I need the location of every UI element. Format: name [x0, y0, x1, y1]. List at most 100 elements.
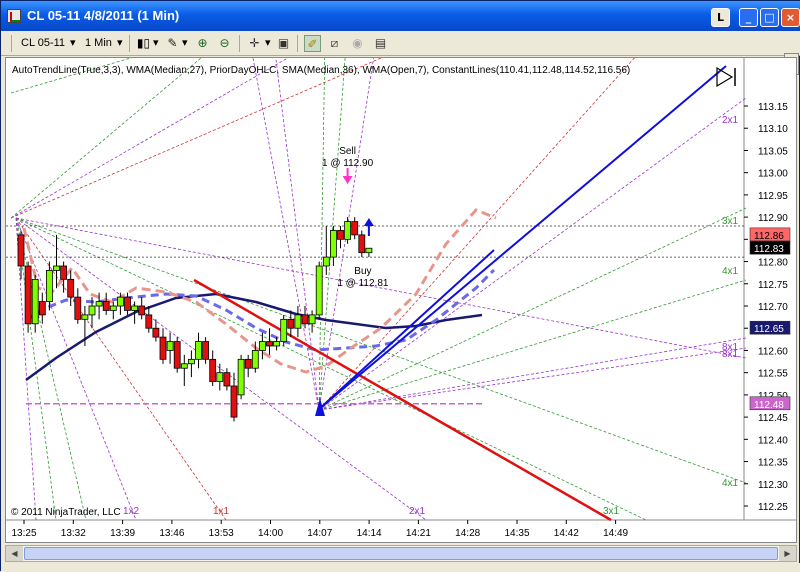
close-button[interactable]: × [781, 8, 800, 27]
gann-angle-label: 3x1 [722, 216, 739, 227]
crosshair-icon[interactable]: ✛ [246, 35, 263, 52]
candle-body [322, 256, 330, 267]
price-tick-label: 112.30 [758, 480, 788, 491]
scrollbar-thumb[interactable] [24, 547, 778, 560]
time-tick-label: 14:35 [504, 528, 529, 539]
gann-fan-line [318, 58, 326, 411]
price-tick-label: 112.60 [758, 346, 788, 357]
chart-panel[interactable]: Sell 1 @ 112.90 Buy 1 @ 112.81 AutoTrendLine… [5, 57, 797, 543]
gann-fan-line [15, 217, 747, 484]
time-tick-label: 13:39 [110, 528, 135, 539]
candle-body [266, 341, 273, 347]
toolbar-separator [239, 35, 240, 52]
title-bar[interactable]: CL 05-11 4/8/2011 (1 Min) L _ □ × [1, 1, 800, 31]
toolbar-separator [297, 35, 298, 52]
time-tick-label: 14:49 [603, 528, 628, 539]
candle-body [124, 296, 131, 311]
chart-window: CL 05-11 4/8/2011 (1 Min) L _ □ × CL 05-… [0, 0, 800, 572]
gann-fan-line [15, 217, 647, 521]
auto-trendline-up [317, 65, 727, 411]
gann-fan-line [10, 58, 383, 219]
candle-body [131, 305, 138, 311]
instrument-dropdown-icon[interactable]: ▾ [70, 35, 76, 52]
candle-body [251, 350, 259, 369]
buy-label: Buy [354, 266, 371, 277]
chart-toolbar: CL 05-11 ▾ 1 Min ▾ ▮▯ ▾ ✎ ▾ ⊕ ⊖ ✛ ▾ ▣ ✐ … [1, 31, 800, 56]
candle-body [351, 221, 359, 236]
price-tick-label: 112.75 [758, 280, 788, 291]
instrument-selector[interactable]: CL 05-11 [21, 35, 65, 52]
toolbar-grip [11, 35, 12, 52]
candle-body [187, 358, 195, 365]
candle-body [53, 265, 60, 271]
scroll-right-icon[interactable]: ▶ [779, 546, 796, 561]
price-marker-label: 112.86 [754, 231, 784, 242]
copyright-text: © 2011 NinjaTrader, LLC [11, 507, 121, 518]
drawing-tool-icon[interactable]: ✎ [164, 35, 181, 52]
price-marker-label: 112.83 [754, 244, 784, 255]
toolbar-separator [129, 35, 130, 52]
candle-body [209, 358, 217, 382]
zoom-in-icon[interactable]: ⊕ [194, 35, 211, 52]
scroll-left-icon[interactable]: ◀ [6, 546, 23, 561]
chart-app-icon [7, 9, 21, 23]
gann-fan-line [275, 58, 320, 411]
time-tick-label: 14:21 [406, 528, 431, 539]
gann-fan-line [10, 58, 289, 219]
window-title: CL 05-11 4/8/2011 (1 Min) [27, 8, 180, 23]
price-tick-label: 112.45 [758, 413, 788, 424]
gann-fan-line [15, 217, 227, 521]
candle-body [109, 305, 117, 311]
price-tick-label: 113.10 [758, 124, 788, 135]
time-tick-label: 14:14 [357, 528, 382, 539]
candle-body [294, 314, 302, 329]
chart-trader-icon[interactable]: ◉ [349, 35, 366, 52]
price-tick-label: 112.35 [758, 458, 788, 469]
interval-dropdown-icon[interactable]: ▾ [117, 35, 123, 52]
candle-body [145, 314, 153, 329]
time-tick-label: 14:07 [307, 528, 332, 539]
candle-body [81, 314, 89, 320]
time-tick-label: 13:25 [11, 528, 36, 539]
gann-fan-line [10, 58, 202, 219]
minimize-button[interactable]: _ [739, 8, 758, 27]
gann-fan-line [318, 97, 747, 411]
strategies-icon[interactable]: ✐ [304, 35, 321, 52]
candle-body [223, 372, 231, 387]
candlestick-style-icon[interactable]: ▮▯ [135, 35, 152, 52]
candle-body [166, 341, 174, 351]
price-tick-label: 113.00 [758, 169, 788, 180]
gann-fan-line [318, 337, 747, 411]
drawing-dropdown-icon[interactable]: ▾ [182, 35, 188, 52]
candle-body [31, 278, 39, 325]
candle-body [24, 265, 32, 325]
horizontal-scrollbar[interactable]: ◀ ▶ [5, 545, 797, 562]
candle-body [102, 301, 110, 311]
gann-angle-label: 8x1 [722, 349, 739, 360]
link-button[interactable]: L [711, 8, 730, 27]
zoom-out-icon[interactable]: ⊖ [216, 35, 233, 52]
candle-body [237, 358, 245, 396]
data-box-icon[interactable]: ▤ [372, 35, 389, 52]
price-tick-label: 112.55 [758, 369, 788, 380]
buy-detail: 1 @ 112.81 [337, 278, 389, 289]
candle-body [244, 358, 252, 369]
candle-body [180, 363, 188, 369]
indicators-icon[interactable]: ⧄ [326, 35, 343, 52]
time-tick-label: 14:28 [455, 528, 480, 539]
maximize-button[interactable]: □ [760, 8, 779, 27]
candle-body [152, 327, 160, 338]
crosshair-dropdown-icon[interactable]: ▾ [265, 35, 271, 52]
chart-style-dropdown-icon[interactable]: ▾ [153, 35, 159, 52]
interval-selector[interactable]: 1 Min [85, 35, 112, 52]
price-tick-label: 112.25 [758, 502, 788, 513]
gann-angle-label: 1x1 [213, 506, 230, 517]
properties-icon[interactable]: ▣ [275, 35, 292, 52]
price-chart[interactable]: Sell1 @ 112.90 Buy1 @ 112.81 AutoTrendLine… [6, 58, 797, 543]
gann-angle-label: 2x1 [722, 115, 739, 126]
price-tick-label: 112.40 [758, 435, 788, 446]
candle-body [17, 234, 25, 267]
candle-body [273, 341, 281, 347]
gann-angle-label: 3x1 [603, 506, 620, 517]
candle-body [95, 301, 103, 307]
